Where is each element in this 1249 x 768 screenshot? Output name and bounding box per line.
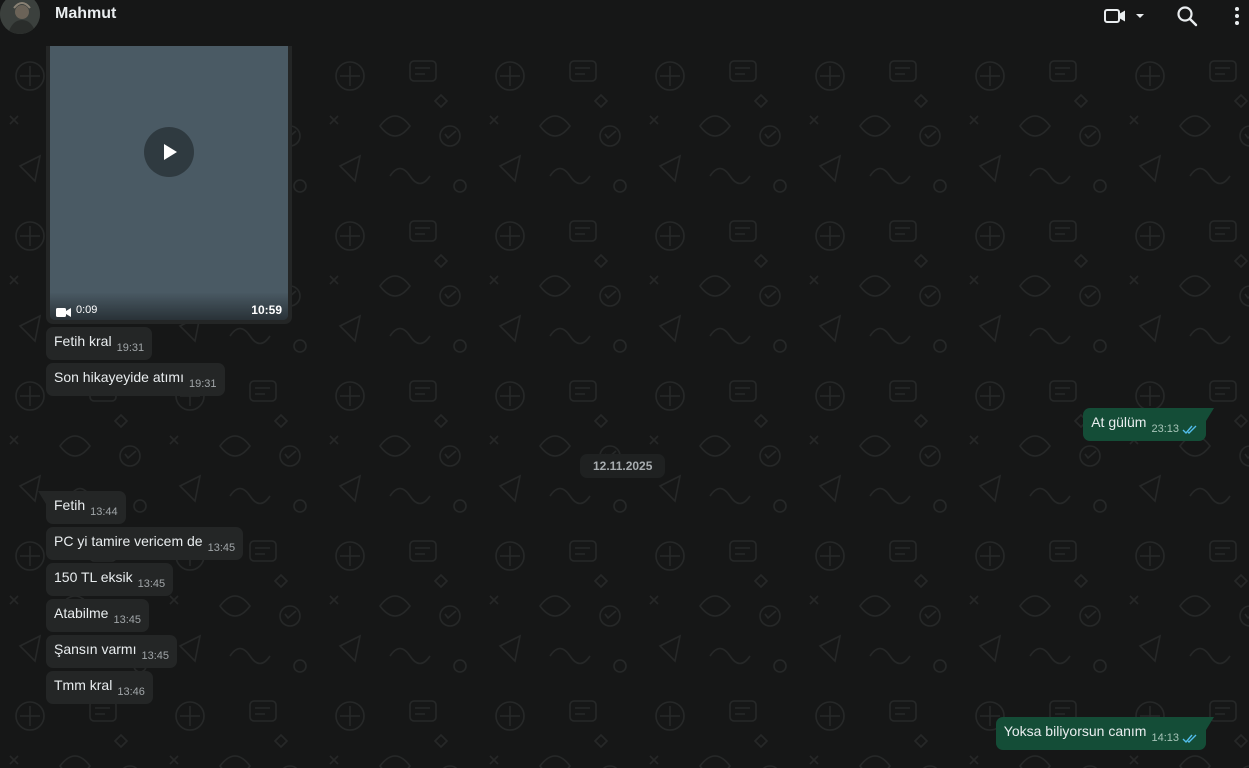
message-text: Fetih kral (54, 333, 112, 349)
bubble-tail (38, 491, 46, 504)
message-text: PC yi tamire vericem de (54, 533, 203, 549)
message-incoming[interactable]: Son hikayeyide atımı 19:31 (46, 363, 225, 396)
more-vert-icon[interactable] (1225, 4, 1249, 28)
message-time: 13:45 (141, 650, 170, 662)
chat-window: Mahmut 0:09 10:59 Fetih kral 19:31 Son h… (0, 0, 1249, 768)
message-time: 14:13 (1151, 732, 1179, 744)
message-text: Yoksa biliyorsun canım (1003, 723, 1147, 739)
contact-name[interactable]: Mahmut (55, 5, 116, 23)
date-divider: 12.11.2025 (580, 454, 666, 478)
message-time: 10:59 (251, 303, 282, 317)
message-incoming[interactable]: Fetih kral 19:31 (46, 327, 153, 360)
message-time: 19:31 (116, 342, 145, 354)
message-text: Son hikayeyide atımı (54, 369, 184, 385)
read-receipt-icon (1182, 731, 1198, 747)
chat-header: Mahmut (0, 0, 1249, 46)
message-incoming[interactable]: Şansın varmı 13:45 (46, 635, 178, 668)
avatar[interactable] (0, 0, 40, 34)
message-incoming[interactable]: 150 TL eksik 13:45 (46, 563, 174, 596)
message-incoming[interactable]: Atabilme 13:45 (46, 599, 149, 632)
message-text: 150 TL eksik (54, 569, 133, 585)
message-text: At gülüm (1091, 414, 1147, 430)
message-text: Şansın varmı (54, 641, 137, 657)
message-time: 19:31 (188, 378, 217, 390)
message-time: 13:45 (113, 614, 141, 626)
chat-area[interactable]: 0:09 10:59 Fetih kral 19:31 Son hikayeyid… (0, 46, 1249, 768)
video-duration: 0:09 (76, 304, 98, 316)
bubble-tail (1206, 408, 1214, 421)
chevron-down-icon[interactable] (1131, 4, 1149, 28)
message-outgoing[interactable]: Yoksa biliyorsun canım 14:13 (995, 717, 1214, 750)
search-icon[interactable] (1175, 4, 1199, 28)
video-message[interactable]: 0:09 10:59 (46, 46, 292, 324)
message-time: 13:44 (90, 506, 118, 518)
read-receipt-icon (1182, 422, 1198, 438)
message-outgoing[interactable]: At gülüm 23:13 (1083, 408, 1214, 441)
message-time: 23:13 (1151, 423, 1179, 435)
message-incoming[interactable]: Fetih 13:44 (38, 491, 126, 524)
message-incoming[interactable]: PC yi tamire vericem de 13:45 (46, 527, 244, 560)
message-text: Tmm kral (54, 677, 113, 693)
video-call-icon[interactable] (1103, 4, 1127, 28)
message-time: 13:45 (207, 542, 236, 554)
message-time: 13:45 (137, 578, 166, 590)
message-time: 13:46 (117, 686, 145, 698)
video-thumbnail[interactable]: 0:09 10:59 (50, 46, 288, 320)
video-camera-icon (56, 305, 72, 320)
message-text: Fetih (54, 497, 86, 513)
play-icon[interactable] (144, 127, 194, 177)
message-text: Atabilme (54, 605, 109, 621)
message-incoming[interactable]: Tmm kral 13:46 (46, 671, 153, 704)
bubble-tail (1206, 717, 1214, 730)
